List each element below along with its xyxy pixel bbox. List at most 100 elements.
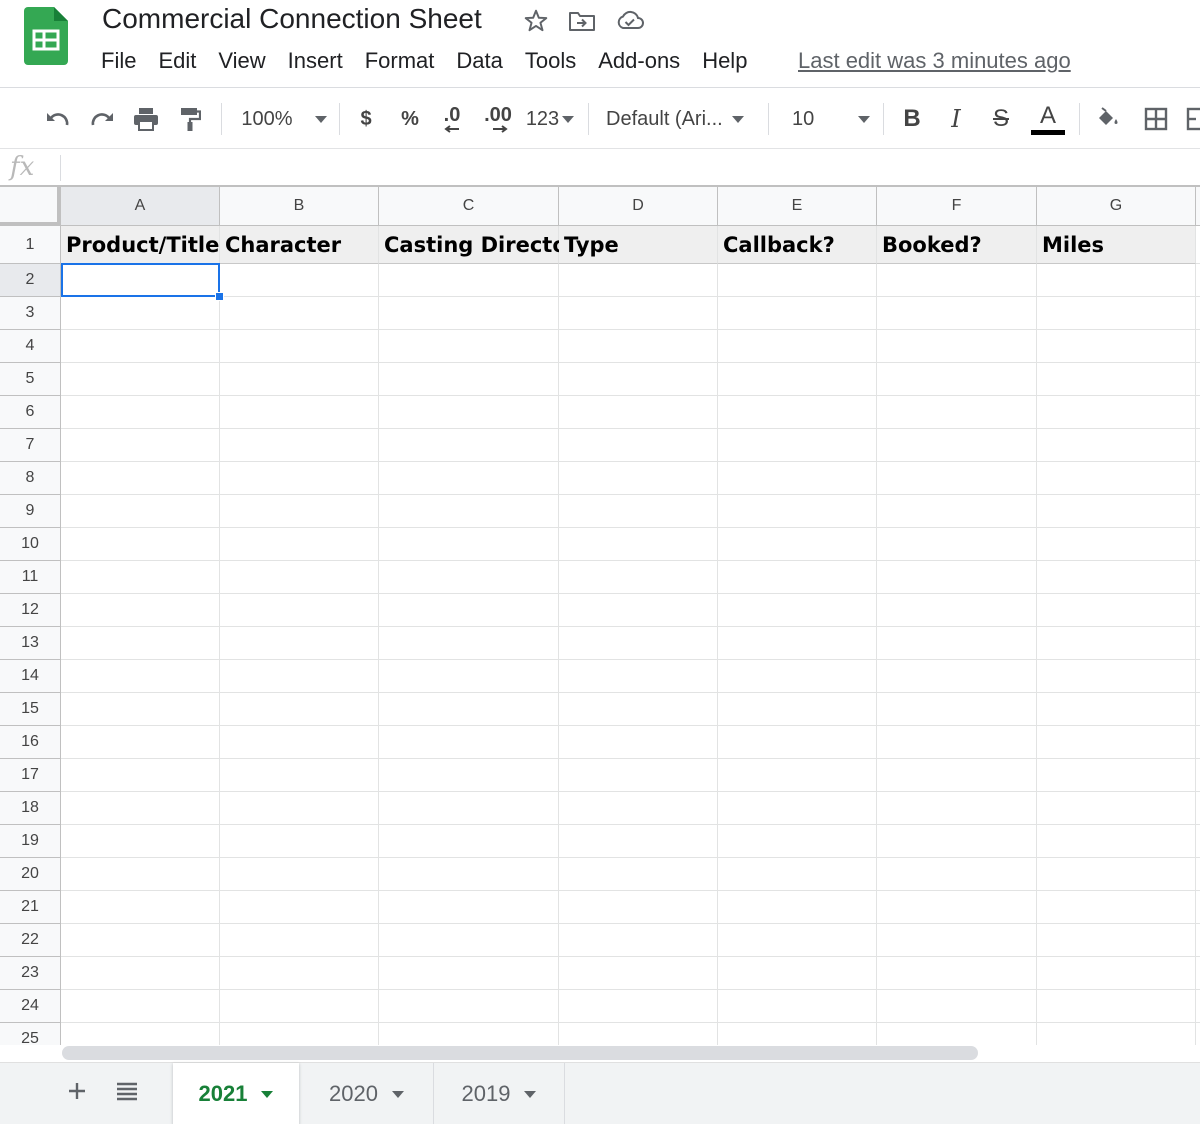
cell-f22[interactable] — [877, 924, 1037, 957]
cell-e24[interactable] — [718, 990, 877, 1023]
column-header-d[interactable]: D — [559, 187, 718, 226]
cell-g4[interactable] — [1037, 330, 1196, 363]
cell-d11[interactable] — [559, 561, 718, 594]
italic-button[interactable]: I — [940, 89, 972, 149]
cell-e10[interactable] — [718, 528, 877, 561]
cell-b15[interactable] — [220, 693, 379, 726]
cell-f15[interactable] — [877, 693, 1037, 726]
cell-c8[interactable] — [379, 462, 559, 495]
cell-c24[interactable] — [379, 990, 559, 1023]
cell-b21[interactable] — [220, 891, 379, 924]
cell-overflow19[interactable] — [1196, 825, 1200, 858]
cell-f14[interactable] — [877, 660, 1037, 693]
cell-overflow11[interactable] — [1196, 561, 1200, 594]
cell-g12[interactable] — [1037, 594, 1196, 627]
cell-overflow17[interactable] — [1196, 759, 1200, 792]
row-header-12[interactable]: 12 — [0, 594, 61, 627]
star-icon[interactable] — [521, 6, 551, 36]
cell-c10[interactable] — [379, 528, 559, 561]
cell-c12[interactable] — [379, 594, 559, 627]
cell-g11[interactable] — [1037, 561, 1196, 594]
column-header-g[interactable]: G — [1037, 187, 1196, 226]
cell-b13[interactable] — [220, 627, 379, 660]
cell-d13[interactable] — [559, 627, 718, 660]
cell-d16[interactable] — [559, 726, 718, 759]
cell-b18[interactable] — [220, 792, 379, 825]
cell-f24[interactable] — [877, 990, 1037, 1023]
row-header-15[interactable]: 15 — [0, 693, 61, 726]
row-header-25[interactable]: 25 — [0, 1023, 61, 1045]
cell-overflow1[interactable] — [1196, 226, 1200, 264]
merge-cells-icon[interactable] — [1184, 89, 1200, 149]
cell-a12[interactable] — [61, 594, 220, 627]
cell-c23[interactable] — [379, 957, 559, 990]
cell-b8[interactable] — [220, 462, 379, 495]
row-header-1[interactable]: 1 — [0, 226, 61, 264]
cell-b1[interactable]: Character — [220, 226, 379, 264]
cell-a6[interactable] — [61, 396, 220, 429]
cell-a14[interactable] — [61, 660, 220, 693]
cell-g1[interactable]: Miles — [1037, 226, 1196, 264]
cell-g18[interactable] — [1037, 792, 1196, 825]
cell-c3[interactable] — [379, 297, 559, 330]
cell-g5[interactable] — [1037, 363, 1196, 396]
cell-d4[interactable] — [559, 330, 718, 363]
cell-e18[interactable] — [718, 792, 877, 825]
borders-icon[interactable] — [1138, 89, 1174, 149]
row-header-2[interactable]: 2 — [0, 264, 61, 297]
cell-c16[interactable] — [379, 726, 559, 759]
cell-e4[interactable] — [718, 330, 877, 363]
cell-d12[interactable] — [559, 594, 718, 627]
row-header-21[interactable]: 21 — [0, 891, 61, 924]
cell-e19[interactable] — [718, 825, 877, 858]
sheets-logo-icon[interactable] — [24, 7, 68, 65]
row-header-3[interactable]: 3 — [0, 297, 61, 330]
cell-e12[interactable] — [718, 594, 877, 627]
cell-d18[interactable] — [559, 792, 718, 825]
cell-a2[interactable] — [61, 264, 220, 297]
row-header-23[interactable]: 23 — [0, 957, 61, 990]
cell-f25[interactable] — [877, 1023, 1037, 1045]
cell-g9[interactable] — [1037, 495, 1196, 528]
cell-e1[interactable]: Callback? — [718, 226, 877, 264]
cell-overflow22[interactable] — [1196, 924, 1200, 957]
redo-icon[interactable] — [84, 89, 120, 149]
cell-overflow5[interactable] — [1196, 363, 1200, 396]
cell-c15[interactable] — [379, 693, 559, 726]
column-header-a[interactable]: A — [61, 187, 220, 226]
cell-d21[interactable] — [559, 891, 718, 924]
cell-f10[interactable] — [877, 528, 1037, 561]
cell-b16[interactable] — [220, 726, 379, 759]
menu-file[interactable]: File — [90, 48, 147, 74]
decrease-decimal-button[interactable]: .0 — [434, 89, 470, 149]
cell-a3[interactable] — [61, 297, 220, 330]
row-header-4[interactable]: 4 — [0, 330, 61, 363]
cell-b3[interactable] — [220, 297, 379, 330]
cell-b11[interactable] — [220, 561, 379, 594]
cell-f12[interactable] — [877, 594, 1037, 627]
menu-data[interactable]: Data — [445, 48, 513, 74]
cell-d6[interactable] — [559, 396, 718, 429]
cloud-saved-icon[interactable] — [615, 6, 645, 36]
cell-b19[interactable] — [220, 825, 379, 858]
cell-b12[interactable] — [220, 594, 379, 627]
cell-c17[interactable] — [379, 759, 559, 792]
document-title[interactable]: Commercial Connection Sheet — [102, 3, 482, 35]
row-header-14[interactable]: 14 — [0, 660, 61, 693]
sheet-tab-2019[interactable]: 2019 — [434, 1063, 565, 1124]
cell-d10[interactable] — [559, 528, 718, 561]
cell-e8[interactable] — [718, 462, 877, 495]
last-edit-link[interactable]: Last edit was 3 minutes ago — [798, 48, 1071, 74]
cell-d19[interactable] — [559, 825, 718, 858]
formula-input[interactable] — [70, 154, 1190, 182]
cell-g10[interactable] — [1037, 528, 1196, 561]
cell-f2[interactable] — [877, 264, 1037, 297]
cell-f17[interactable] — [877, 759, 1037, 792]
cell-overflow9[interactable] — [1196, 495, 1200, 528]
cell-f5[interactable] — [877, 363, 1037, 396]
cell-b23[interactable] — [220, 957, 379, 990]
cell-overflow6[interactable] — [1196, 396, 1200, 429]
more-formats-button[interactable]: 123 — [522, 89, 578, 149]
cell-c2[interactable] — [379, 264, 559, 297]
sheet-tab-2020[interactable]: 2020 — [300, 1063, 434, 1124]
